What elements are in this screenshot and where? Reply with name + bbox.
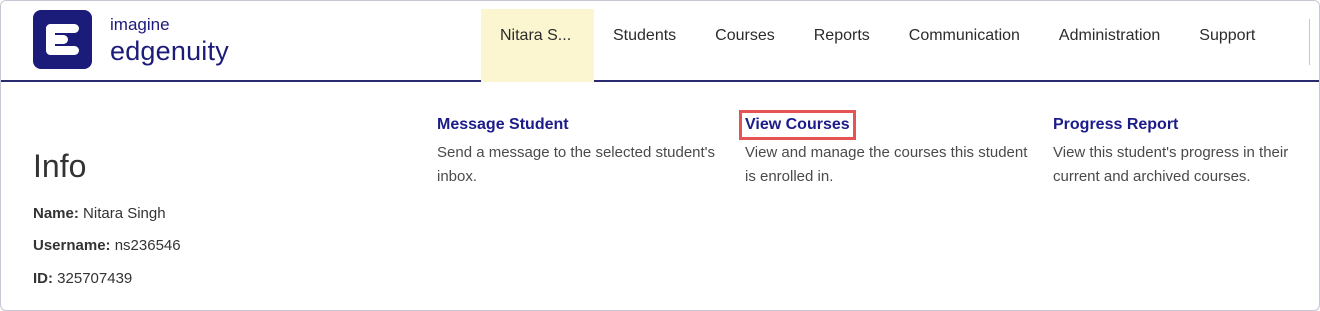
- app-window: imagine edgenuity Nitara S... Students C…: [0, 0, 1320, 311]
- brand-line2: edgenuity: [110, 36, 229, 66]
- info-username-row: Username: ns236546: [33, 237, 181, 254]
- nav-item-administration[interactable]: Administration: [1059, 9, 1160, 82]
- message-student-description: Send a message to the selected student's…: [437, 144, 716, 185]
- message-student-link[interactable]: Message Student: [437, 116, 569, 134]
- info-id-row: ID: 325707439: [33, 270, 132, 287]
- info-heading: Info: [33, 148, 87, 184]
- nav-item-reports[interactable]: Reports: [814, 9, 870, 82]
- name-label: Name:: [33, 205, 79, 222]
- action-card-progress-report: Progress Report View this student's prog…: [1053, 116, 1319, 189]
- progress-report-link[interactable]: Progress Report: [1053, 116, 1178, 134]
- action-card-message-student: Message Student Send a message to the se…: [437, 116, 737, 189]
- view-courses-description: View and manage the courses this student…: [745, 144, 1028, 185]
- progress-report-description: View this student's progress in their cur…: [1053, 141, 1319, 189]
- nav-divider: [1309, 19, 1310, 65]
- nav-item-communication[interactable]: Communication: [909, 9, 1020, 82]
- nav-item-courses[interactable]: Courses: [715, 9, 775, 82]
- progress-report-description-text: View this student's progress in their cur…: [1053, 144, 1288, 185]
- username-label: Username:: [33, 237, 111, 254]
- main-nav: Nitara S... Students Courses Reports Com…: [481, 9, 1255, 82]
- id-label: ID:: [33, 270, 53, 287]
- logo-mark-icon: [33, 10, 92, 69]
- info-name-row: Name: Nitara Singh: [33, 205, 166, 222]
- name-value: Nitara Singh: [83, 205, 166, 222]
- action-card-view-courses: View Courses View and manage the courses…: [739, 110, 1045, 189]
- nav-item-students[interactable]: Students: [613, 9, 676, 82]
- brand-wordmark: imagine edgenuity: [110, 14, 229, 65]
- view-courses-link[interactable]: View Courses: [739, 110, 856, 140]
- id-value: 325707439: [57, 270, 133, 287]
- username-value: ns236546: [114, 237, 181, 254]
- nav-item-current-student[interactable]: Nitara S...: [481, 9, 594, 82]
- brand-line1: imagine: [110, 15, 170, 34]
- progress-report-description-line2: current and archived courses.: [1053, 168, 1251, 185]
- nav-item-support[interactable]: Support: [1199, 9, 1255, 82]
- progress-report-description-line1: View this student's progress in their: [1053, 144, 1289, 161]
- top-header: imagine edgenuity Nitara S... Students C…: [1, 1, 1319, 82]
- brand-logo[interactable]: imagine edgenuity: [33, 10, 229, 69]
